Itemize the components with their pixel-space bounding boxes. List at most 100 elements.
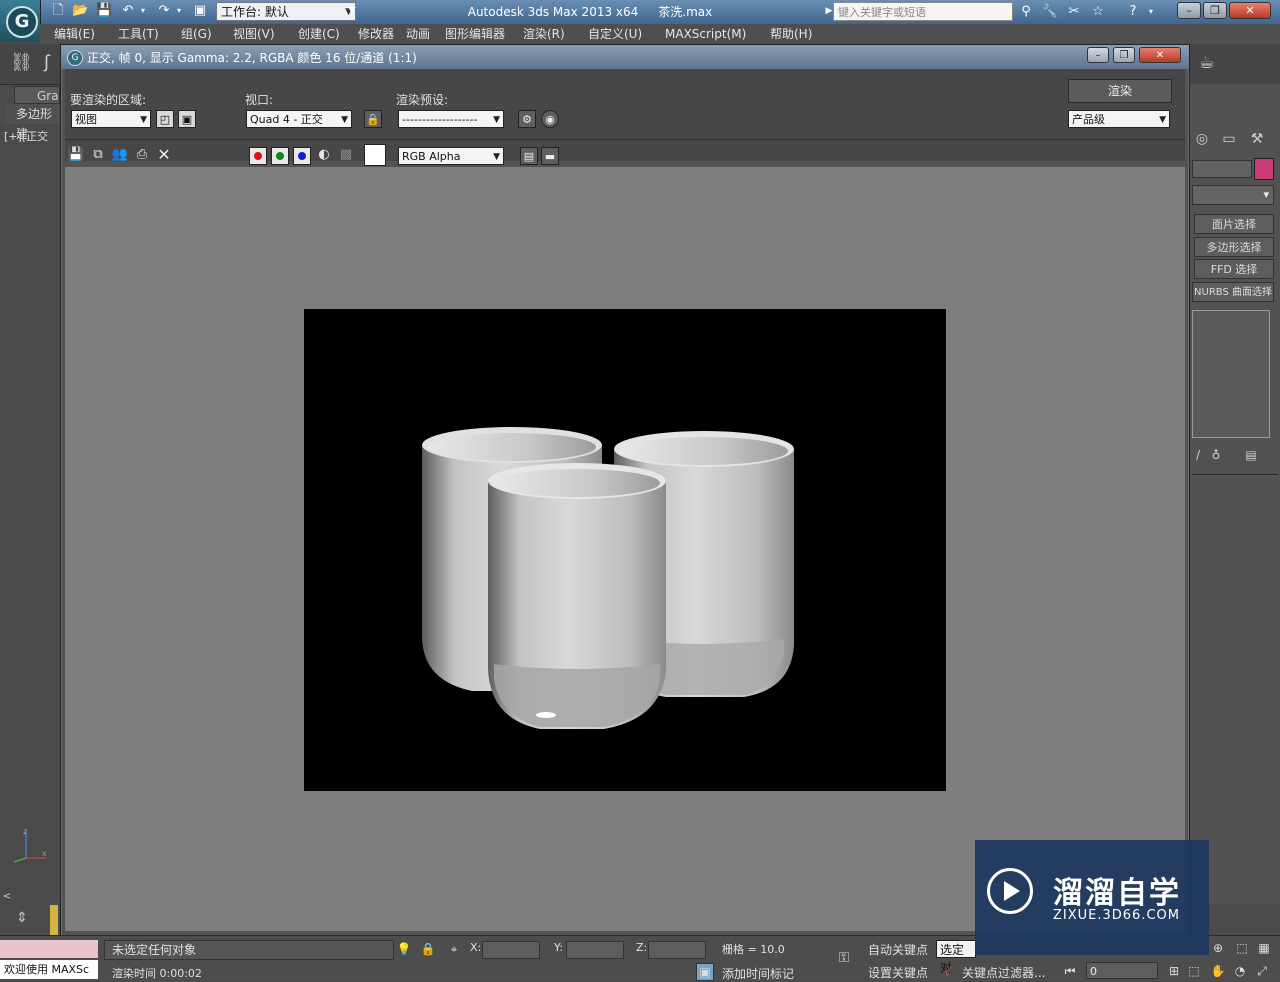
redo-dropdown-icon[interactable]: ▾ — [174, 3, 184, 19]
pin-stack-icon[interactable]: / — [1190, 444, 1206, 462]
minimize-button[interactable]: – — [1177, 2, 1201, 19]
pan-view-hand-icon[interactable]: ✋ — [1210, 963, 1226, 979]
show-end-result-icon[interactable]: ♁ — [1208, 444, 1224, 462]
toggle-ui-overlay-icon[interactable]: ▤ — [520, 147, 538, 165]
subscription-icon[interactable]: 🔧 — [1041, 4, 1059, 20]
patch-select-button[interactable]: 面片选择 — [1194, 214, 1274, 234]
x-coordinate-field[interactable] — [482, 941, 540, 959]
blue-channel-toggle[interactable] — [293, 147, 311, 165]
search-input[interactable]: 键入关键字或短语 — [833, 2, 1013, 21]
auto-region-icon[interactable]: ▣ — [178, 110, 196, 128]
render-setup-icon[interactable]: ⚙ — [518, 110, 536, 128]
help-icon[interactable]: ? — [1124, 4, 1142, 20]
modifier-stack-list[interactable] — [1192, 310, 1270, 438]
clear-image-icon[interactable]: ✕ — [155, 145, 173, 165]
ribbon-polygon-modeling[interactable]: 多边形建 — [6, 104, 60, 141]
render-canvas[interactable] — [65, 167, 1185, 931]
viewport-select[interactable]: Quad 4 - 正交 ▼ — [246, 110, 352, 128]
binoculars-icon[interactable]: ⚲ — [1017, 4, 1035, 20]
menu-maxscript[interactable]: MAXScript(M) — [665, 26, 746, 42]
menu-graph-editors[interactable]: 图形编辑器 — [445, 26, 505, 42]
unlink-icon[interactable]: ʃ — [38, 52, 56, 74]
render-window-close-button[interactable]: ✕ — [1139, 47, 1181, 63]
toggle-ui-icon[interactable]: ▬ — [541, 147, 559, 165]
object-name-field[interactable] — [1192, 160, 1252, 178]
green-channel-toggle[interactable] — [271, 147, 289, 165]
maximize-button[interactable]: ❐ — [1203, 2, 1227, 19]
menu-rendering[interactable]: 渲染(R) — [523, 26, 565, 42]
selection-lock-icon[interactable]: 🔒 — [420, 941, 436, 957]
auto-key-button[interactable]: 自动关键点 — [868, 941, 928, 958]
save-image-icon[interactable]: 💾 — [67, 145, 85, 165]
menu-customize[interactable]: 自定义(U) — [588, 26, 642, 42]
set-key-icon[interactable]: ⚿ — [832, 950, 856, 966]
zoom-extents-all-icon[interactable]: ⬚ — [1234, 940, 1250, 956]
menu-help[interactable]: 帮助(H) — [770, 26, 812, 42]
zoom-extents-icon[interactable]: ⬚ — [1186, 963, 1202, 979]
maxscript-listener-output[interactable]: 欢迎使用 MAXSc — [0, 960, 98, 979]
menu-animation[interactable]: 动画 — [406, 26, 430, 42]
go-to-start-icon[interactable]: ⏮ — [1062, 963, 1078, 979]
maxscript-listener-input[interactable] — [0, 940, 98, 958]
min-max-toggle-icon[interactable]: ⇕ — [10, 910, 34, 930]
help-dropdown-icon[interactable]: ▾ — [1146, 4, 1156, 20]
add-time-tag[interactable]: 添加时间标记 — [722, 965, 794, 982]
app-menu-button[interactable]: G — [0, 0, 41, 42]
selection-set-field[interactable]: 选定对 — [936, 940, 976, 975]
absolute-mode-icon[interactable]: ⌖ — [446, 941, 462, 957]
viewport-left[interactable] — [0, 124, 58, 894]
modifier-list-dropdown[interactable] — [1192, 185, 1274, 205]
undo-icon[interactable]: ↶ — [120, 3, 136, 19]
open-file-icon[interactable]: 📂 — [72, 3, 88, 19]
viewport-label[interactable]: [+][正交 — [4, 128, 48, 144]
favorites-star-icon[interactable]: ☆ — [1089, 4, 1107, 20]
object-color-swatch[interactable] — [1254, 158, 1274, 180]
menu-views[interactable]: 视图(V) — [233, 26, 275, 42]
menu-edit[interactable]: 编辑(E) — [54, 26, 95, 42]
maximize-viewport-toggle-icon[interactable]: ⤢ — [1254, 963, 1270, 979]
save-file-icon[interactable]: 💾 — [96, 3, 112, 19]
alpha-channel-icon[interactable]: ◐ — [315, 145, 333, 165]
display-panel-icon[interactable]: ▭ — [1218, 128, 1240, 148]
menu-modifiers[interactable]: 修改器 — [358, 26, 394, 42]
workspace-select[interactable]: 工作台: 默认 ▼ — [216, 2, 356, 21]
render-preset-select[interactable]: ------------------- ▼ — [398, 110, 504, 128]
render-area-select[interactable]: 视图 ▼ — [71, 110, 151, 128]
configure-modifier-sets-icon[interactable]: ▤ — [1242, 444, 1260, 462]
scroll-left-icon[interactable]: < — [0, 890, 14, 904]
z-coordinate-field[interactable] — [648, 941, 706, 959]
render-window-minimize-button[interactable]: – — [1087, 47, 1109, 63]
monochrome-icon[interactable]: ▩ — [337, 145, 355, 165]
render-teapot-icon[interactable]: ☕ — [1196, 52, 1218, 74]
lock-viewport-icon[interactable]: 🔒 — [364, 110, 382, 128]
add-time-tag-icon[interactable]: ▣ — [696, 963, 714, 981]
poly-select-button[interactable]: 多边形选择 — [1194, 237, 1274, 257]
menu-tools[interactable]: 工具(T) — [118, 26, 159, 42]
menu-create[interactable]: 创建(C) — [298, 26, 340, 42]
time-config-icon[interactable]: ⊞ — [1166, 963, 1182, 979]
print-image-icon[interactable]: ⎙ — [133, 145, 151, 165]
edit-region-icon[interactable]: ◰ — [156, 110, 174, 128]
clone-frame-window-icon[interactable]: 👥 — [111, 145, 129, 165]
orbit-icon[interactable]: ◔ — [1232, 963, 1248, 979]
project-folder-icon[interactable]: ▣ — [192, 3, 208, 19]
field-of-view-icon[interactable]: ▦ — [1256, 940, 1272, 956]
undo-dropdown-icon[interactable]: ▾ — [138, 3, 148, 19]
motion-panel-icon[interactable]: ◎ — [1192, 128, 1212, 148]
render-button[interactable]: 渲染 — [1068, 79, 1172, 103]
render-quality-select[interactable]: 产品级 ▼ — [1068, 110, 1170, 128]
key-filters-button[interactable]: 关键点过滤器... — [962, 964, 1045, 981]
select-and-link-icon[interactable]: ⛓ — [10, 52, 33, 74]
redo-icon[interactable]: ↷ — [156, 3, 172, 19]
zoom-all-icon[interactable]: ⊕ — [1210, 940, 1226, 956]
environment-effects-icon[interactable]: ◉ — [541, 110, 559, 128]
communication-center-icon[interactable]: ✂ — [1065, 4, 1083, 20]
background-color-swatch[interactable] — [364, 144, 386, 166]
copy-image-icon[interactable]: ⧉ — [89, 145, 107, 165]
set-key-button[interactable]: 设置关键点 — [868, 964, 928, 981]
utilities-hammer-icon[interactable]: ⚒ — [1246, 128, 1268, 148]
isolate-selection-icon[interactable]: 💡 — [396, 941, 412, 957]
close-button[interactable]: ✕ — [1229, 2, 1271, 19]
red-channel-toggle[interactable] — [249, 147, 267, 165]
quick-access-dropdown-icon[interactable]: ▼ — [344, 3, 360, 19]
